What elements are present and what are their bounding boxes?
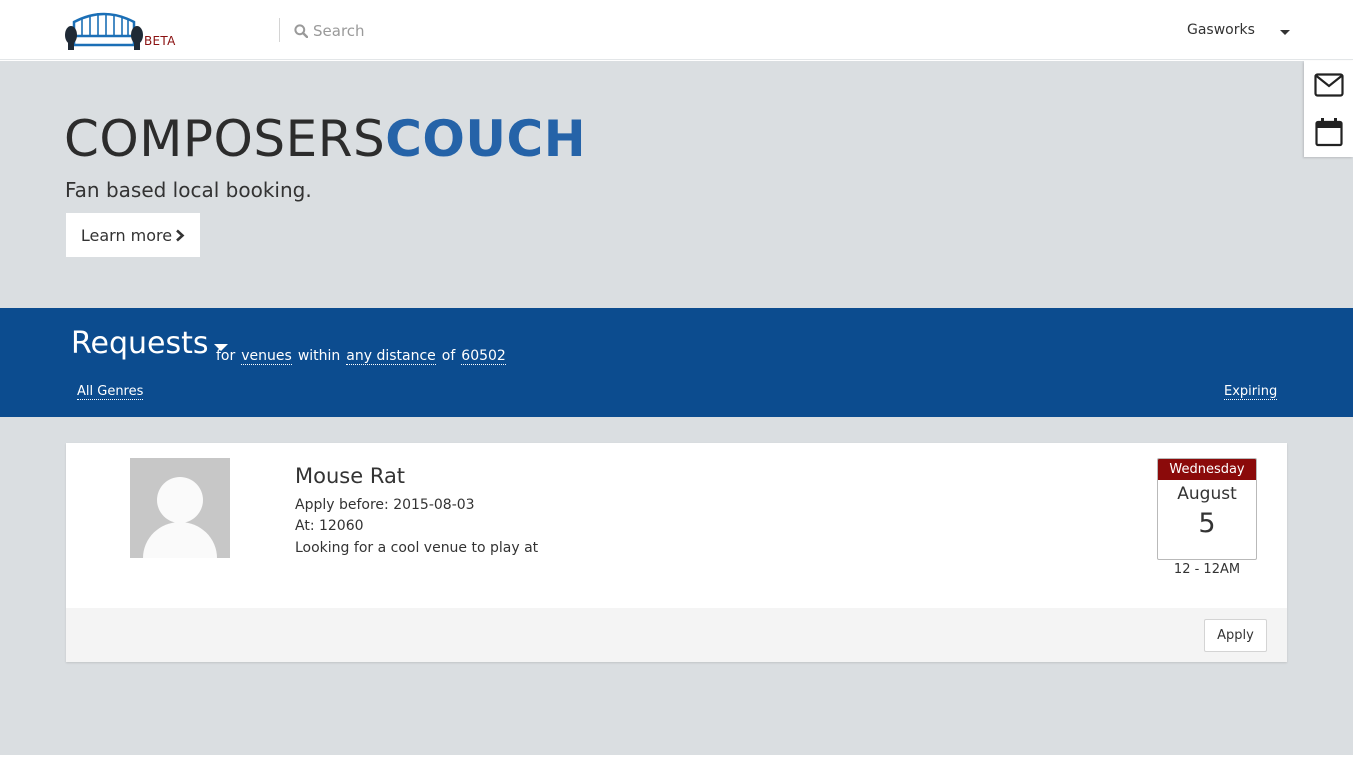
user-name: Gasworks bbox=[1187, 22, 1255, 38]
caret-down-icon bbox=[1280, 30, 1290, 35]
logo[interactable]: BETA bbox=[64, 8, 184, 54]
chevron-right-icon bbox=[176, 229, 185, 241]
couch-logo-icon bbox=[65, 12, 143, 50]
listing-area: Mouse Rat Apply before: 2015-08-03 At: 1… bbox=[0, 417, 1353, 755]
filter-within-text: within bbox=[297, 348, 341, 364]
requests-title: Requests bbox=[71, 326, 209, 361]
filter-type-link[interactable]: venues bbox=[241, 348, 292, 365]
nav-divider bbox=[279, 18, 280, 42]
filter-of-text: of bbox=[441, 348, 456, 364]
card-footer: Apply bbox=[66, 608, 1287, 662]
learn-more-label: Learn more bbox=[80, 225, 173, 245]
filter-for-text: for bbox=[216, 348, 236, 364]
request-title[interactable]: Mouse Rat bbox=[295, 464, 405, 488]
brand-title-part2: COUCH bbox=[385, 110, 587, 168]
description-text: Looking for a cool venue to play at bbox=[295, 540, 539, 556]
apply-before-text: Apply before: 2015-08-03 bbox=[295, 497, 475, 513]
date-month: August bbox=[1177, 484, 1237, 504]
calendar-icon bbox=[1315, 118, 1343, 147]
search-bar[interactable] bbox=[294, 20, 594, 42]
messages-button[interactable] bbox=[1313, 69, 1345, 101]
beta-label: BETA bbox=[144, 34, 176, 48]
genres-filter-link[interactable]: All Genres bbox=[77, 384, 144, 400]
request-card: Mouse Rat Apply before: 2015-08-03 At: 1… bbox=[66, 443, 1287, 662]
side-action-panel bbox=[1304, 61, 1353, 157]
top-navbar: BETA Gasworks bbox=[0, 0, 1353, 60]
page-footer bbox=[0, 755, 1353, 767]
learn-more-button[interactable]: Learn more bbox=[66, 213, 200, 257]
avatar[interactable] bbox=[130, 458, 230, 558]
search-icon bbox=[294, 24, 308, 38]
filter-distance-link[interactable]: any distance bbox=[346, 348, 436, 365]
apply-button[interactable]: Apply bbox=[1204, 619, 1267, 652]
brand-title-part1: COMPOSERS bbox=[64, 110, 386, 168]
brand-title: COMPOSERSCOUCH bbox=[64, 109, 586, 169]
envelope-icon bbox=[1314, 73, 1344, 97]
user-placeholder-icon bbox=[143, 477, 217, 558]
event-date-badge: Wednesday August 5 bbox=[1157, 458, 1257, 560]
calendar-button[interactable] bbox=[1313, 116, 1345, 148]
user-menu-dropdown[interactable]: Gasworks bbox=[1187, 22, 1290, 38]
sort-expiring-link[interactable]: Expiring bbox=[1224, 384, 1278, 400]
filter-zip-link[interactable]: 60502 bbox=[461, 348, 506, 365]
hero-banner: COMPOSERSCOUCH Fan based local booking. … bbox=[0, 61, 1353, 308]
requests-dropdown[interactable]: Requests bbox=[71, 326, 228, 361]
search-input[interactable] bbox=[313, 22, 573, 40]
request-filters: for venues within any distance of 60502 bbox=[216, 348, 506, 365]
date-day: 5 bbox=[1198, 508, 1216, 539]
tagline: Fan based local booking. bbox=[65, 178, 312, 202]
location-text: At: 12060 bbox=[295, 518, 364, 534]
requests-header: Requests for venues within any distance … bbox=[0, 308, 1353, 417]
event-time: 12 - 12AM bbox=[1173, 562, 1241, 577]
date-day-of-week: Wednesday bbox=[1158, 459, 1256, 480]
